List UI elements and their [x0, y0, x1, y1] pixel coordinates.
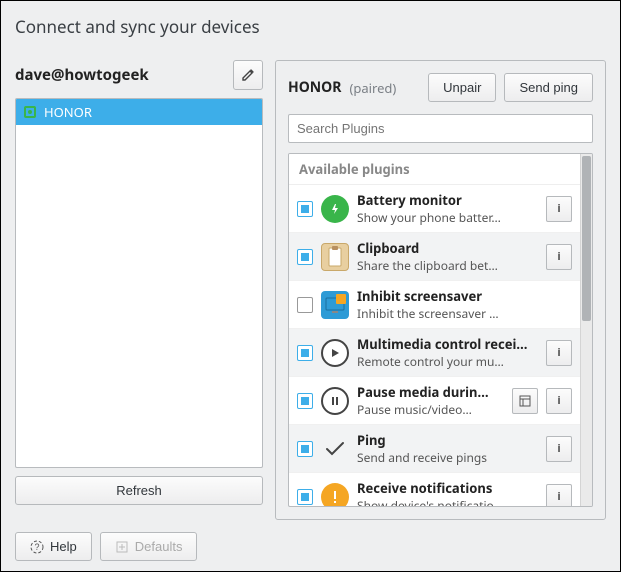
defaults-icon	[115, 540, 129, 554]
info-icon: i	[557, 201, 560, 216]
plugin-desc: Share the clipboard bet…	[357, 257, 538, 274]
username-label: dave@howtogeek	[15, 65, 149, 85]
send-ping-button[interactable]: Send ping	[504, 73, 593, 102]
plugin-checkbox[interactable]	[297, 249, 313, 265]
info-icon: i	[557, 345, 560, 360]
device-panel: HONOR (paired) Unpair Send ping Availabl…	[275, 60, 606, 520]
device-item[interactable]: HONOR	[16, 99, 262, 125]
plugin-row[interactable]: Inhibit screensaver Inhibit the screensa…	[289, 281, 580, 329]
plugin-desc: Pause music/video…	[357, 401, 504, 418]
info-icon: i	[557, 393, 560, 408]
plugin-info-button[interactable]: i	[546, 484, 572, 507]
scrollbar-thumb[interactable]	[582, 156, 591, 321]
info-icon: i	[557, 489, 560, 504]
help-button[interactable]: ? Help	[15, 532, 92, 561]
page-title: Connect and sync your devices	[15, 15, 606, 38]
plugin-row[interactable]: Pause media durin… Pause music/video… i	[289, 377, 580, 425]
device-status: (paired)	[349, 79, 396, 97]
plugin-checkbox[interactable]	[297, 489, 313, 505]
svg-text:?: ?	[34, 542, 39, 552]
plugin-info-button[interactable]: i	[546, 244, 572, 270]
online-indicator-icon	[24, 106, 36, 118]
pause-icon	[321, 387, 349, 415]
help-label: Help	[50, 539, 77, 554]
plugin-row[interactable]: Multimedia control recei… Remote control…	[289, 329, 580, 377]
unpair-button[interactable]: Unpair	[428, 73, 496, 102]
plugin-desc: Inhibit the screensaver …	[357, 305, 572, 322]
clipboard-icon	[321, 243, 349, 271]
plugin-checkbox[interactable]	[297, 297, 313, 313]
plugin-title: Pause media durin…	[357, 383, 504, 401]
plugin-info-button[interactable]: i	[546, 340, 572, 366]
play-icon	[321, 339, 349, 367]
search-input[interactable]	[288, 114, 593, 143]
plugin-title: Ping	[357, 431, 538, 449]
plugin-info-button[interactable]: i	[546, 196, 572, 222]
plugin-title: Receive notifications	[357, 479, 538, 497]
plugin-title: Multimedia control recei…	[357, 335, 538, 353]
plugin-checkbox[interactable]	[297, 393, 313, 409]
edit-button[interactable]	[233, 60, 263, 90]
device-name: HONOR	[288, 78, 341, 97]
plugin-config-button[interactable]	[512, 388, 538, 414]
plugin-row[interactable]: Ping Send and receive pings i	[289, 425, 580, 473]
plugin-desc: Remote control your mu…	[357, 353, 538, 370]
plugin-row[interactable]: Battery monitor Show your phone batter… …	[289, 185, 580, 233]
plugin-info-button[interactable]: i	[546, 436, 572, 462]
plugin-desc: Send and receive pings	[357, 449, 538, 466]
plugin-info-button[interactable]: i	[546, 388, 572, 414]
info-icon: i	[557, 441, 560, 456]
defaults-button[interactable]: Defaults	[100, 532, 198, 561]
pencil-icon	[241, 68, 255, 82]
battery-icon	[321, 195, 349, 223]
plugin-desc: Show your phone batter…	[357, 209, 538, 226]
alert-icon	[321, 483, 349, 507]
plugin-checkbox[interactable]	[297, 441, 313, 457]
plugin-title: Clipboard	[357, 239, 538, 257]
check-icon	[321, 435, 349, 463]
help-icon: ?	[30, 540, 44, 554]
plugin-row[interactable]: Receive notifications Show device's noti…	[289, 473, 580, 506]
plugin-checkbox[interactable]	[297, 201, 313, 217]
defaults-label: Defaults	[135, 539, 183, 554]
screensaver-icon	[321, 291, 349, 319]
device-item-label: HONOR	[44, 103, 92, 121]
device-list[interactable]: HONOR	[15, 98, 263, 468]
plugin-desc: Show device's notificatio…	[357, 497, 538, 506]
scrollbar[interactable]	[580, 154, 592, 506]
config-icon	[519, 395, 531, 407]
plugin-title: Inhibit screensaver	[357, 287, 572, 305]
refresh-button[interactable]: Refresh	[15, 476, 263, 505]
plugin-title: Battery monitor	[357, 191, 538, 209]
plugins-header: Available plugins	[289, 154, 580, 185]
plugin-checkbox[interactable]	[297, 345, 313, 361]
info-icon: i	[557, 249, 560, 264]
plugin-row[interactable]: Clipboard Share the clipboard bet… i	[289, 233, 580, 281]
